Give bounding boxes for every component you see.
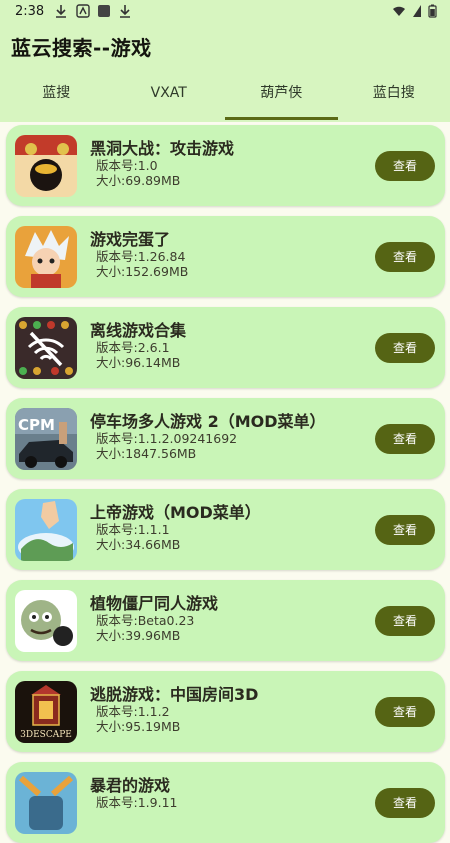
- 3d-escape-icon: 3DESCAPE: [15, 681, 77, 743]
- tab-huluxia[interactable]: 葫芦侠: [225, 74, 338, 120]
- tab-lanbaisou[interactable]: 蓝白搜: [338, 74, 450, 120]
- tab-bar: 蓝搜 VXAT 葫芦侠 蓝白搜: [0, 74, 450, 120]
- item-size: 大小:1847.56MB: [96, 443, 196, 462]
- status-bar: 2:38: [0, 0, 450, 26]
- anime-hero-icon: [15, 226, 77, 288]
- view-button[interactable]: 查看: [375, 515, 435, 545]
- item-size: 大小:96.14MB: [96, 352, 180, 371]
- list-item[interactable]: 游戏完蛋了 版本号:1.26.84 大小:152.69MB 查看: [6, 216, 445, 297]
- signal-icon: [412, 4, 422, 18]
- cpm-car-icon: CPM: [15, 408, 77, 470]
- app-notification-icon: [76, 4, 90, 18]
- download-icon: [118, 4, 132, 18]
- item-version: 版本号:1.9.11: [96, 792, 177, 811]
- item-size: 大小:152.69MB: [96, 261, 188, 280]
- item-size: 大小:39.96MB: [96, 625, 180, 644]
- view-button[interactable]: 查看: [375, 697, 435, 727]
- page-title: 蓝云搜索--游戏: [11, 32, 152, 61]
- item-size: 大小:95.19MB: [96, 716, 180, 735]
- list-item[interactable]: 暴君的游戏 版本号:1.9.11 查看: [6, 762, 445, 843]
- zombie-icon: [15, 590, 77, 652]
- tyrant-icon: [15, 772, 77, 834]
- list-item[interactable]: 上帝游戏（MOD菜单） 版本号:1.1.1 大小:34.66MB 查看: [6, 489, 445, 570]
- status-time: 2:38: [15, 4, 44, 19]
- god-hand-icon: [15, 499, 77, 561]
- view-button[interactable]: 查看: [375, 424, 435, 454]
- black-hole-game-icon: [15, 135, 77, 197]
- list-item[interactable]: 3DESCAPE 逃脱游戏：中国房间3D 版本号:1.1.2 大小:95.19M…: [6, 671, 445, 752]
- list-item[interactable]: 植物僵尸同人游戏 版本号:Beta0.23 大小:39.96MB 查看: [6, 580, 445, 661]
- list-item[interactable]: 黑洞大战：攻击游戏 版本号:1.0 大小:69.89MB 查看: [6, 125, 445, 206]
- wifi-off-icon: [15, 317, 77, 379]
- view-button[interactable]: 查看: [375, 788, 435, 818]
- view-button[interactable]: 查看: [375, 333, 435, 363]
- item-size: 大小:34.66MB: [96, 534, 180, 553]
- list-item[interactable]: 离线游戏合集 版本号:2.6.1 大小:96.14MB 查看: [6, 307, 445, 388]
- svg-text:CPM: CPM: [18, 416, 55, 434]
- 3d-escape-logo-text: 3DESCAPE: [20, 730, 72, 740]
- battery-icon: [428, 4, 437, 18]
- view-button[interactable]: 查看: [375, 151, 435, 181]
- app-header: 2:38 蓝云搜索--游戏 蓝搜 VXAT 葫芦侠 蓝白搜: [0, 0, 450, 122]
- view-button[interactable]: 查看: [375, 606, 435, 636]
- item-size: 大小:69.89MB: [96, 170, 180, 189]
- list-item[interactable]: CPM 停车场多人游戏 2（MOD菜单） 版本号:1.1.2.09241692 …: [6, 398, 445, 479]
- download-icon: [54, 4, 68, 18]
- tab-vxat[interactable]: VXAT: [113, 74, 226, 120]
- tab-lansou[interactable]: 蓝搜: [0, 74, 113, 120]
- wifi-icon: [392, 4, 406, 18]
- notification-box-icon: [97, 4, 111, 18]
- view-button[interactable]: 查看: [375, 242, 435, 272]
